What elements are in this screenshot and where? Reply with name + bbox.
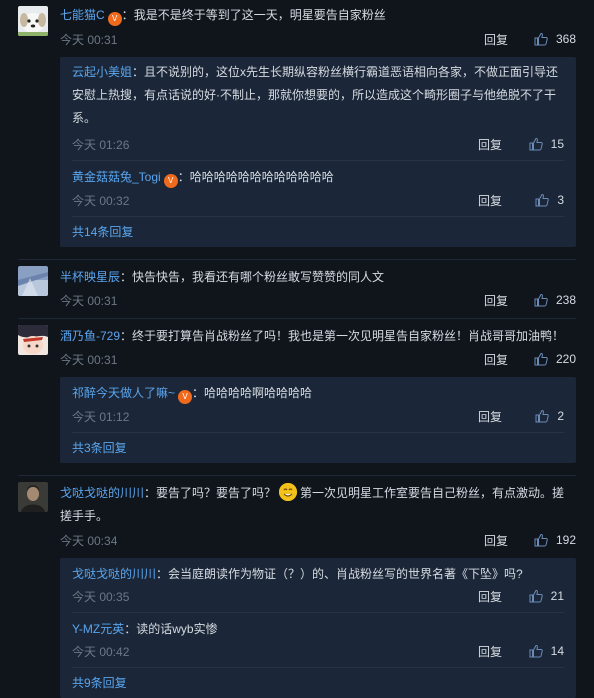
like-button[interactable]: 14 [528, 644, 564, 658]
comment-item: 半杯映星辰：快告快告，我看还有哪个粉丝敢写赞赞的同人文 今天 00:31 回复 … [0, 260, 594, 310]
timestamp: 今天 00:34 [60, 533, 118, 548]
reply-list: 戈哒戈哒的川川：会当庭朗读作为物证（？）的、肖战粉丝写的世界名著《下坠》吗? 今… [60, 558, 576, 698]
avatar[interactable] [18, 6, 48, 36]
reply-text: 读的话wyb实惨 [136, 622, 218, 636]
avatar[interactable] [18, 325, 48, 355]
reply-button[interactable]: 回复 [484, 292, 508, 309]
reply-button[interactable]: 回复 [484, 532, 508, 549]
like-count: 14 [550, 644, 564, 658]
comment-text: 终于要打算告肖战粉丝了吗！我也是第一次见明星告自家粉丝！肖战哥哥加油鸭！ [132, 329, 565, 343]
username[interactable]: 黄金菇菇兔_Togi [72, 170, 161, 184]
reply-button[interactable]: 回复 [478, 643, 502, 660]
like-count: 192 [555, 533, 576, 547]
timestamp: 今天 00:31 [60, 32, 118, 47]
avatar[interactable] [18, 266, 48, 296]
thumbs-up-icon [534, 352, 548, 366]
like-button[interactable]: 3 [528, 193, 564, 207]
like-count: 220 [555, 352, 576, 366]
thumbs-up-icon [529, 137, 543, 151]
reply-button[interactable]: 回复 [484, 351, 508, 368]
comment-item: 戈哒戈哒的川川：要告了吗？要告了吗？ 第一次见明星工作室要告自己粉丝，有点激动。搓… [0, 476, 594, 698]
timestamp: 今天 00:42 [72, 644, 130, 659]
like-button[interactable]: 220 [534, 352, 576, 366]
reply-item: 黄金菇菇兔_Togi V ：哈哈哈哈哈哈哈哈哈哈哈哈 今天 00:32 回复 3 [72, 161, 564, 217]
reply-button[interactable]: 回复 [478, 408, 502, 425]
reply-button[interactable]: 回复 [478, 192, 502, 209]
username[interactable]: 戈哒戈哒的川川 [72, 567, 156, 581]
reply-button[interactable]: 回复 [484, 31, 508, 48]
reply-text: 哈哈哈哈啊哈哈哈哈 [204, 386, 313, 400]
thumbs-up-icon [529, 589, 543, 603]
like-count: 368 [555, 32, 576, 46]
username[interactable]: 半杯映星辰 [60, 270, 120, 284]
username[interactable]: 七能猫C [60, 8, 105, 22]
timestamp: 今天 01:12 [72, 409, 130, 424]
smiling-face-emoji-icon [279, 483, 298, 501]
vip-badge-icon: V [163, 174, 178, 188]
comment-item: 酒乃鱼-729：终于要打算告肖战粉丝了吗！我也是第一次见明星告自家粉丝！肖战哥哥… [0, 319, 594, 463]
thumbs-up-icon [534, 293, 548, 307]
username[interactable]: 祁醉今天做人了嘛~ [72, 386, 175, 400]
thumbs-up-icon [529, 644, 543, 658]
avatar[interactable] [18, 482, 48, 512]
thumbs-up-icon [535, 193, 550, 207]
username[interactable]: Y-MZ元英 [72, 622, 124, 636]
like-button[interactable]: 192 [534, 533, 576, 547]
timestamp: 今天 00:32 [72, 193, 130, 208]
username[interactable]: 酒乃鱼-729 [60, 329, 120, 343]
username[interactable]: 云起小美姐 [72, 65, 132, 79]
more-replies-link[interactable]: 共3条回复 [72, 433, 564, 463]
like-button[interactable]: 21 [528, 589, 564, 603]
username[interactable]: 戈哒戈哒的川川 [60, 486, 144, 500]
like-count: 2 [557, 409, 564, 423]
thumbs-up-icon [534, 32, 548, 46]
reply-text: 哈哈哈哈哈哈哈哈哈哈哈哈 [189, 170, 334, 184]
like-button[interactable]: 15 [528, 137, 564, 151]
like-count: 21 [550, 589, 564, 603]
reply-item: Y-MZ元英：读的话wyb实惨 今天 00:42 回复 14 [72, 613, 564, 668]
comment-text-part1: 要告了吗？要告了吗？ [156, 486, 277, 500]
more-replies-link[interactable]: 共14条回复 [72, 217, 564, 247]
like-count: 238 [555, 293, 576, 307]
comment-text: 快告快告，我看还有哪个粉丝敢写赞赞的同人文 [132, 270, 385, 284]
thumbs-up-icon [535, 409, 550, 423]
reply-item: 祁醉今天做人了嘛~ V ：哈哈哈哈啊哈哈哈哈 今天 01:12 回复 2 [72, 377, 564, 433]
reply-list: 云起小美姐：且不说别的，这位x先生长期纵容粉丝横行霸道恶语相向各家，不做正面引导… [60, 57, 576, 247]
vip-badge-icon: V [107, 12, 122, 26]
reply-list: 祁醉今天做人了嘛~ V ：哈哈哈哈啊哈哈哈哈 今天 01:12 回复 2 共3条回复 [60, 377, 576, 463]
timestamp: 今天 00:31 [60, 293, 118, 308]
like-count: 15 [550, 137, 564, 151]
like-button[interactable]: 2 [528, 409, 564, 423]
reply-item: 戈哒戈哒的川川：会当庭朗读作为物证（？）的、肖战粉丝写的世界名著《下坠》吗? 今… [72, 558, 564, 613]
reply-button[interactable]: 回复 [478, 136, 502, 153]
timestamp: 今天 00:31 [60, 352, 118, 367]
comment-text: 我是不是终于等到了这一天，明星要告自家粉丝 [133, 8, 386, 22]
like-button[interactable]: 368 [534, 32, 576, 46]
timestamp: 今天 00:35 [72, 589, 130, 604]
reply-button[interactable]: 回复 [478, 588, 502, 605]
thumbs-up-icon [534, 533, 548, 547]
vip-badge-icon: V [178, 390, 193, 404]
reply-text: 会当庭朗读作为物证（？）的、肖战粉丝写的世界名著《下坠》吗? [168, 567, 523, 581]
like-count: 3 [557, 193, 564, 207]
timestamp: 今天 01:26 [72, 137, 130, 152]
more-replies-link[interactable]: 共9条回复 [72, 668, 564, 698]
reply-item: 云起小美姐：且不说别的，这位x先生长期纵容粉丝横行霸道恶语相向各家，不做正面引导… [72, 57, 564, 161]
comment-item: 七能猫C V ：我是不是终于等到了这一天，明星要告自家粉丝 今天 00:31 回复 … [0, 0, 594, 247]
like-button[interactable]: 238 [534, 293, 576, 307]
reply-text: 且不说别的，这位x先生长期纵容粉丝横行霸道恶语相向各家，不做正面引导还安慰上热搜… [72, 65, 559, 125]
